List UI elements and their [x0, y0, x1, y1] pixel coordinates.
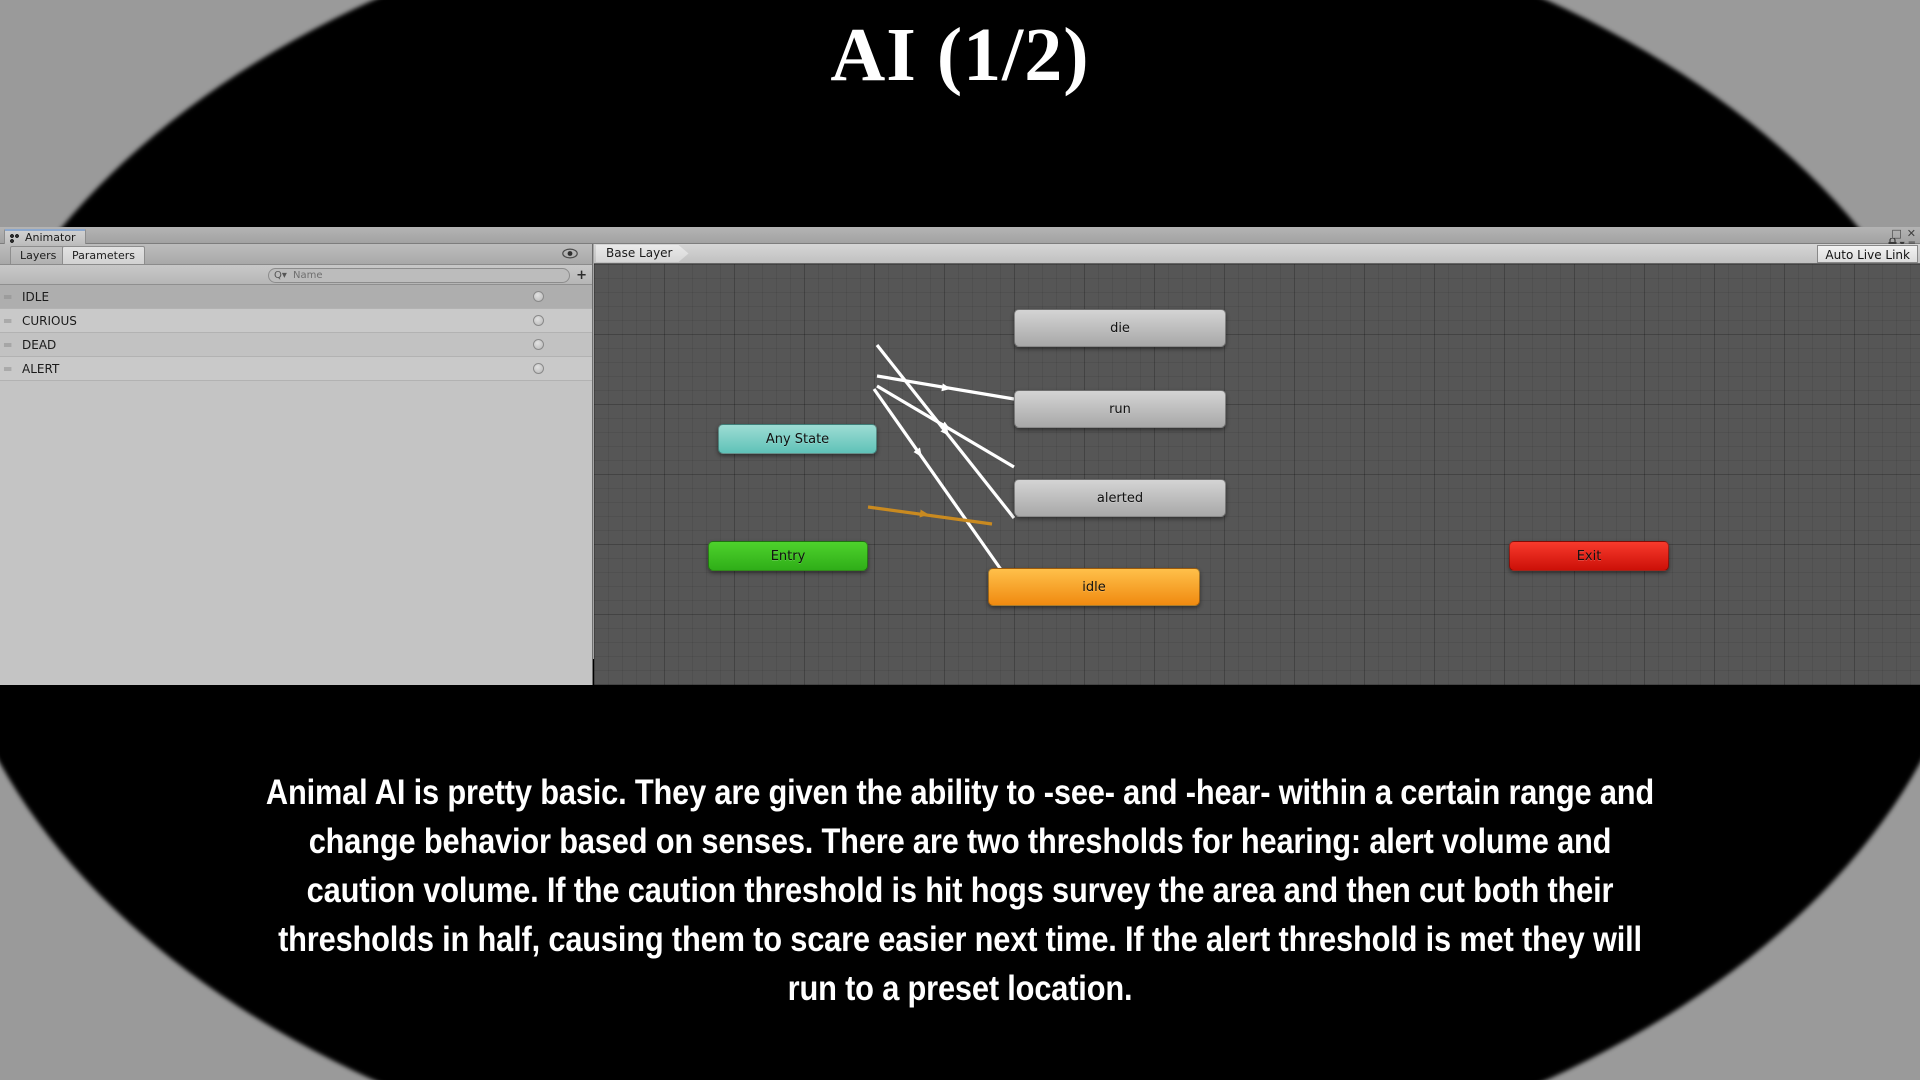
tab-parameters-label: Parameters [72, 249, 135, 262]
state-machine-graph-panel: Base Layer Auto Live Link die run alerte… [594, 244, 1920, 685]
state-node-run[interactable]: run [1014, 390, 1226, 428]
eye-icon[interactable] [562, 248, 578, 259]
search-input[interactable]: Q▾ Name [268, 268, 570, 283]
list-item[interactable]: ═ DEAD [0, 333, 592, 357]
transition-any-state-to-die[interactable] [875, 344, 1016, 519]
trigger-toggle[interactable] [533, 291, 544, 302]
state-node-label: Entry [770, 548, 806, 564]
state-node-label: run [1109, 401, 1131, 417]
animator-window: Animator □ ✕ ▾ ≡ Layers [0, 227, 1920, 685]
auto-live-link-button[interactable]: Auto Live Link [1817, 245, 1918, 263]
tab-animator[interactable]: Animator [4, 229, 86, 245]
drag-handle-icon[interactable]: ═ [4, 339, 22, 351]
graph-canvas[interactable]: die run alerted Any State Entry idle Exi… [594, 264, 1920, 685]
list-item[interactable]: ═ ALERT [0, 357, 592, 381]
transition-any-state-to-idle[interactable] [872, 388, 1011, 582]
window-tabstrip: Animator □ ✕ ▾ ≡ [0, 227, 1920, 250]
state-node-entry[interactable]: Entry [708, 541, 868, 571]
parameter-list: ═ IDLE ═ CURIOUS ═ DEAD ═ ALERT [0, 285, 592, 381]
list-item[interactable]: ═ IDLE [0, 285, 592, 309]
slide-caption: Animal AI is pretty basic. They are give… [265, 773, 1655, 1008]
tab-parameters[interactable]: Parameters [62, 246, 145, 264]
transition-any-state-to-alerted[interactable] [876, 384, 1015, 469]
transition-any-state-to-run[interactable] [876, 374, 1015, 401]
parameters-search-row: Q▾ Name + [0, 265, 592, 285]
state-node-exit[interactable]: Exit [1509, 541, 1669, 571]
state-node-alerted[interactable]: alerted [1014, 479, 1226, 517]
parameter-name: CURIOUS [22, 313, 77, 328]
tab-layers[interactable]: Layers [10, 246, 67, 264]
state-node-label: idle [1082, 579, 1106, 595]
drag-handle-icon[interactable]: ═ [4, 363, 22, 375]
trigger-toggle[interactable] [533, 363, 544, 374]
drag-handle-icon[interactable]: ═ [4, 291, 22, 303]
trigger-toggle[interactable] [533, 315, 544, 326]
parameter-name: ALERT [22, 361, 60, 376]
parameter-name: DEAD [22, 337, 57, 352]
tab-accent-bar [5, 229, 85, 231]
tab-layers-label: Layers [20, 249, 57, 262]
slide-root: AI (1/2) Animator □ ✕ ▾ ≡ [0, 0, 1920, 1080]
drag-handle-icon[interactable]: ═ [4, 315, 22, 327]
transition-entry-to-idle[interactable] [867, 505, 993, 526]
state-node-die[interactable]: die [1014, 309, 1226, 347]
state-node-label: alerted [1096, 490, 1144, 506]
state-node-label: Exit [1576, 548, 1602, 564]
search-icon: Q▾ [274, 270, 287, 281]
list-item[interactable]: ═ CURIOUS [0, 309, 592, 333]
parameters-toolbar: Layers Parameters [0, 244, 592, 265]
parameters-panel: Layers Parameters Q▾ Name + ═ IDLE ═ CUR… [0, 244, 593, 685]
breadcrumb[interactable]: Base Layer [596, 245, 689, 262]
state-node-label: die [1110, 320, 1130, 336]
parameter-name: IDLE [22, 289, 50, 304]
state-node-idle[interactable]: idle [988, 568, 1200, 606]
graph-toolbar: Base Layer Auto Live Link [594, 244, 1920, 264]
transition-edges [867, 344, 1016, 582]
state-node-any-state[interactable]: Any State [718, 424, 877, 454]
add-parameter-button[interactable]: + [576, 269, 587, 282]
search-placeholder: Name [293, 270, 323, 281]
eye-glyph [562, 248, 578, 259]
trigger-toggle[interactable] [533, 339, 544, 350]
state-node-label: Any State [765, 431, 830, 447]
tab-animator-label: Animator [25, 231, 76, 244]
page-title: AI (1/2) [830, 13, 1090, 97]
